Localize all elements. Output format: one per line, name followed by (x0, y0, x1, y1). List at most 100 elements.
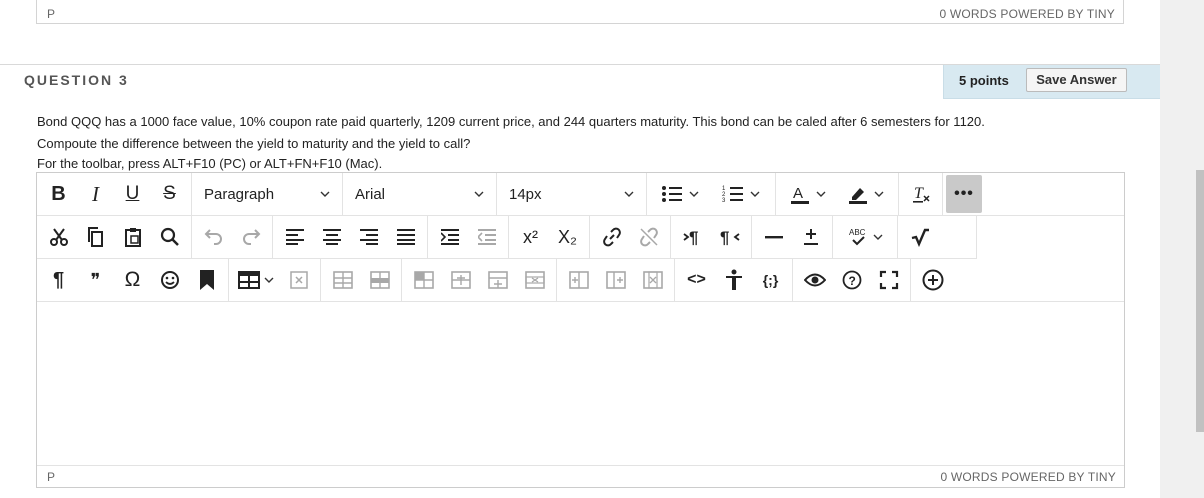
prev-editor-path[interactable]: P (47, 7, 55, 21)
editor-content-area[interactable] (37, 302, 1124, 466)
ltr-button[interactable]: ¶ (674, 220, 711, 254)
align-center-button[interactable] (313, 220, 350, 254)
code-group: <> {;} (675, 259, 793, 301)
chevron-down-icon[interactable] (873, 232, 883, 242)
table-cell-properties-button[interactable] (405, 263, 442, 297)
insert-group (752, 216, 833, 258)
numbered-list-icon: 123 (722, 186, 743, 203)
table-row-icon (369, 271, 390, 289)
insert-column-after-icon (605, 271, 626, 289)
accessibility-button[interactable] (715, 263, 752, 297)
rtl-button[interactable]: ¶ (711, 220, 748, 254)
insert-col-after-button[interactable] (597, 263, 634, 297)
undo-icon (204, 229, 222, 245)
indent-button[interactable] (431, 220, 468, 254)
highlight-color-button[interactable] (837, 177, 895, 211)
ltr-icon: ¶ (682, 228, 698, 247)
font-size-select[interactable]: 14px (497, 173, 647, 215)
blockquote-button[interactable]: ❞ (77, 263, 114, 297)
delete-table-button[interactable] (280, 263, 317, 297)
preview-button[interactable] (796, 263, 833, 297)
redo-icon (242, 229, 260, 245)
special-character-button[interactable]: Ω (114, 263, 151, 297)
subscript-button[interactable]: X₂ (549, 220, 586, 254)
insert-table-button[interactable] (232, 263, 280, 297)
indent-group (428, 216, 509, 258)
source-code-button[interactable]: <> (678, 263, 715, 297)
cut-button[interactable] (40, 220, 77, 254)
strikethrough-button[interactable]: S (151, 177, 188, 211)
save-answer-button[interactable]: Save Answer (1026, 68, 1127, 92)
bookmark-button[interactable] (188, 263, 225, 297)
table-col-group (557, 259, 675, 301)
insert-col-before-button[interactable] (560, 263, 597, 297)
bold-button[interactable]: B (40, 177, 77, 211)
fullscreen-button[interactable] (870, 263, 907, 297)
insert-row-after-button[interactable] (479, 263, 516, 297)
delete-col-button[interactable] (634, 263, 671, 297)
chevron-down-icon (320, 191, 330, 197)
toolbar-row-1: B I U S Paragraph Arial 14px 123 A T ••• (37, 173, 1124, 216)
text-color-button[interactable]: A (779, 177, 837, 211)
undo-button[interactable] (195, 220, 232, 254)
paste-button[interactable] (114, 220, 151, 254)
bullet-list-button[interactable] (650, 177, 710, 211)
table-row-properties-button[interactable] (361, 263, 398, 297)
toolbar-row-2: x² X₂ ¶ ¶ ABC (37, 216, 977, 259)
block-format-select[interactable]: Paragraph (192, 173, 343, 215)
emoticon-button[interactable] (151, 263, 188, 297)
numbered-list-button[interactable]: 123 (710, 177, 772, 211)
clear-formatting-button[interactable]: T (902, 177, 939, 211)
underline-button[interactable]: U (114, 177, 151, 211)
add-content-button[interactable] (914, 263, 951, 297)
copy-button[interactable] (77, 220, 114, 254)
find-replace-button[interactable] (151, 220, 188, 254)
align-right-icon (359, 229, 378, 245)
align-left-button[interactable] (276, 220, 313, 254)
redo-button[interactable] (232, 220, 269, 254)
chevron-down-icon[interactable] (264, 275, 274, 285)
outdent-button[interactable] (468, 220, 505, 254)
cut-icon (49, 228, 68, 246)
plus-minus-button[interactable] (792, 220, 829, 254)
chevron-down-icon[interactable] (816, 189, 826, 199)
editor-path[interactable]: P (47, 470, 55, 484)
insert-link-button[interactable] (593, 220, 630, 254)
delete-row-button[interactable] (516, 263, 553, 297)
insert-braces-button[interactable]: {;} (752, 263, 789, 297)
chevron-down-icon (624, 191, 634, 197)
paragraph-mark-button[interactable]: ¶ (40, 263, 77, 297)
insert-column-icon (568, 271, 589, 289)
plus-minus-icon (803, 229, 818, 245)
rich-text-editor: B I U S Paragraph Arial 14px 123 A T •••… (36, 172, 1125, 488)
justify-button[interactable] (387, 220, 424, 254)
superscript-button[interactable]: x² (512, 220, 549, 254)
block-format-value: Paragraph (204, 185, 275, 203)
table-properties-icon (332, 271, 353, 289)
bookmark-icon (199, 270, 214, 290)
svg-text:?: ? (848, 274, 855, 288)
math-equation-button[interactable] (901, 220, 938, 254)
help-button[interactable]: ? (833, 263, 870, 297)
scrollbar-thumb[interactable] (1196, 170, 1204, 432)
table-icon (238, 271, 260, 289)
chevron-down-icon[interactable] (750, 189, 760, 199)
align-right-button[interactable] (350, 220, 387, 254)
text-color-icon: A (791, 185, 809, 204)
font-family-select[interactable]: Arial (343, 173, 497, 215)
copy-icon (87, 227, 103, 247)
italic-button[interactable]: I (77, 177, 114, 211)
horizontal-rule-button[interactable] (755, 220, 792, 254)
more-toolbar-button[interactable]: ••• (946, 175, 982, 213)
svg-text:T: T (914, 185, 924, 202)
svg-text:3: 3 (722, 198, 726, 203)
insert-row-before-button[interactable] (442, 263, 479, 297)
remove-link-button[interactable] (630, 220, 667, 254)
table-properties-button[interactable] (324, 263, 361, 297)
prev-editor-statusbar: P 0 WORDS POWERED BY TINY (36, 0, 1124, 24)
chevron-down-icon[interactable] (874, 189, 884, 199)
chevron-down-icon[interactable] (689, 189, 699, 199)
insert-row-icon (450, 271, 471, 289)
accessibility-icon (725, 269, 742, 290)
spellcheck-button[interactable]: ABC (836, 220, 894, 254)
